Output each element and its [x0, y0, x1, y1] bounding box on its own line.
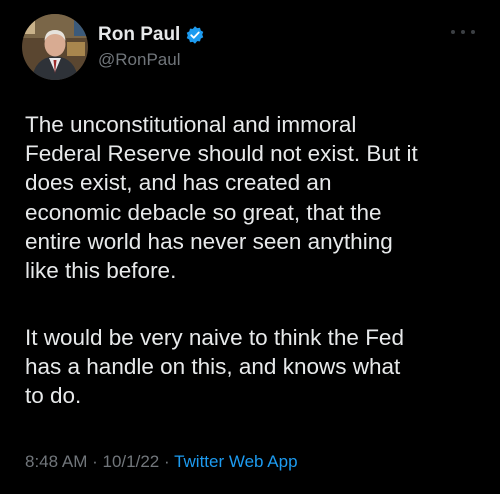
author-name-row[interactable]: Ron Paul	[98, 24, 205, 46]
tweet-date[interactable]: 10/1/22	[103, 452, 160, 471]
tweet-text-paragraph-2: It would be very naive to think the Fed …	[25, 325, 404, 409]
tweet-source-link[interactable]: Twitter Web App	[174, 452, 297, 471]
tweet-text-paragraph-1: The unconstitutional and immoral Federal…	[25, 112, 418, 284]
meta-separator: ·	[92, 452, 98, 471]
display-name[interactable]: Ron Paul	[98, 24, 180, 46]
more-options-icon[interactable]	[451, 22, 475, 42]
tweet-card: Ron Paul @RonPaul The unconstitutional a…	[0, 0, 500, 494]
user-handle[interactable]: @RonPaul	[98, 50, 180, 70]
tweet-metadata: 8:48 AM · 10/1/22 · Twitter Web App	[25, 452, 298, 472]
avatar[interactable]	[22, 14, 88, 80]
more-dot	[471, 30, 475, 34]
meta-separator: ·	[163, 452, 170, 471]
verified-badge-icon	[185, 25, 205, 45]
more-dot	[461, 30, 465, 34]
profile-photo-icon	[22, 14, 88, 80]
tweet-time[interactable]: 8:48 AM	[25, 452, 87, 471]
more-dot	[451, 30, 455, 34]
